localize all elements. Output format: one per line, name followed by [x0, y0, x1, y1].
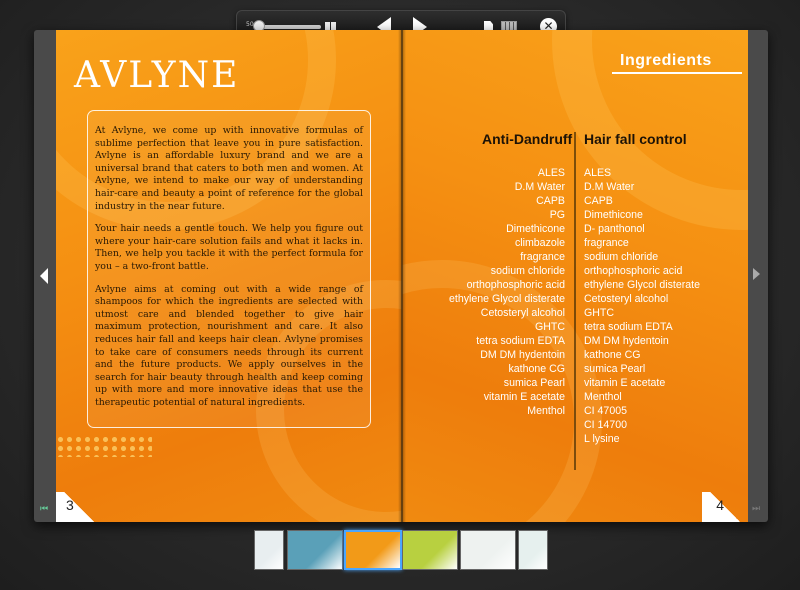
ingredient-item: sumica Pearl	[584, 363, 646, 375]
ingredient-item: tetra sodium EDTA	[584, 321, 673, 333]
ingredient-item: sodium chloride	[490, 265, 565, 277]
last-page-icon[interactable]: ⏭	[752, 504, 760, 514]
page-corner-fold[interactable]	[56, 492, 102, 522]
about-paragraph: Your hair needs a gentle touch. We help …	[95, 223, 363, 272]
page-thumbnail[interactable]	[287, 530, 343, 570]
previous-page-side-arrow-icon[interactable]	[40, 268, 48, 284]
ingredient-item: L lysine	[584, 433, 620, 445]
ingredient-item: Dimethicone	[584, 209, 643, 221]
avlyne-logo: AVLYNE	[74, 55, 240, 96]
ingredient-item: sumica Pearl	[503, 377, 565, 389]
page-number: 4	[716, 497, 724, 513]
page-corner-fold[interactable]	[702, 492, 748, 522]
page-thumbnail[interactable]	[402, 530, 458, 570]
ingredient-item: ALES	[537, 167, 565, 179]
ingredient-item: vitamin E acetate	[483, 391, 565, 403]
ingredient-item: DM DM hydentoin	[480, 349, 565, 361]
ingredient-item: GHTC	[534, 321, 565, 333]
about-paragraph: At Avlyne, we come up with innovative fo…	[95, 125, 363, 212]
ingredient-item: ethylene Glycol disterate	[448, 293, 565, 305]
ingredient-item: ethylene Glycol disterate	[584, 279, 701, 291]
ingredient-item: D- panthonol	[584, 223, 645, 235]
ingredient-item: sodium chloride	[584, 251, 659, 263]
first-page-icon[interactable]: ⏮	[40, 504, 48, 514]
page-thumbnail[interactable]	[344, 530, 402, 570]
ingredient-item: fragrance	[520, 251, 565, 263]
anti-dandruff-title: Anti-Dandruff	[482, 131, 573, 147]
heading-underline	[612, 72, 742, 74]
about-paragraph: Avlyne aims at coming out with a wide ra…	[95, 283, 363, 408]
ingredient-item: GHTC	[584, 307, 615, 319]
ingredient-item: orthophosphoric acid	[466, 279, 565, 291]
ingredient-item: tetra sodium EDTA	[476, 335, 565, 347]
ingredient-item: CI 14700	[584, 419, 627, 431]
ingredient-item: Cetosteryl alcohol	[480, 307, 565, 319]
page-thumbnail[interactable]	[460, 530, 516, 570]
ingredient-item: CAPB	[584, 195, 613, 207]
ingredient-item: orthophosphoric acid	[584, 265, 683, 277]
ingredient-item: D.M Water	[514, 181, 565, 193]
column-divider	[574, 132, 576, 470]
ingredient-item: fragrance	[584, 237, 629, 249]
ingredient-item: kathone CG	[584, 349, 641, 361]
page-thumbnail[interactable]	[518, 530, 548, 570]
ingredient-item: vitamin E acetate	[584, 377, 666, 389]
hair-fall-ingredients: ALES D.M Water CAPB Dimethicone D- panthonol…	[584, 166, 700, 446]
ingredient-item: CAPB	[536, 195, 565, 207]
ingredient-item: Menthol	[527, 405, 565, 417]
book-spine	[401, 30, 403, 522]
about-text-box: At Avlyne, we come up with innovative fo…	[87, 110, 371, 428]
ingredient-item: Cetosteryl alcohol	[584, 293, 669, 305]
ingredient-item: ALES	[584, 167, 612, 179]
decorative-dots	[56, 435, 152, 457]
ingredients-heading: Ingredients	[620, 52, 712, 69]
next-page-side-arrow-icon[interactable]	[753, 268, 760, 280]
ingredient-item: PG	[549, 209, 565, 221]
zoom-slider[interactable]	[259, 25, 321, 29]
anti-dandruff-ingredients: ALES D.M Water CAPB PG Dimethicone climbazole…	[449, 166, 565, 418]
left-page[interactable]: AVLYNE At Avlyne, we come up with innova…	[56, 30, 402, 522]
ingredient-item: climbazole	[514, 237, 565, 249]
page-number: 3	[66, 497, 74, 513]
ingredient-item: DM DM hydentoin	[584, 335, 669, 347]
ingredient-item: D.M Water	[584, 181, 635, 193]
ingredient-item: CI 47005	[584, 405, 627, 417]
flipbook: AVLYNE At Avlyne, we come up with innova…	[34, 30, 768, 522]
ingredient-item: Dimethicone	[506, 223, 565, 235]
ingredient-item: Menthol	[584, 391, 622, 403]
ingredient-item: kathone CG	[508, 363, 565, 375]
page-thumbnail[interactable]	[254, 530, 284, 570]
right-page[interactable]: Ingredients Anti-Dandruff Hair fall cont…	[402, 30, 748, 522]
hair-fall-control-title: Hair fall control	[584, 131, 687, 147]
